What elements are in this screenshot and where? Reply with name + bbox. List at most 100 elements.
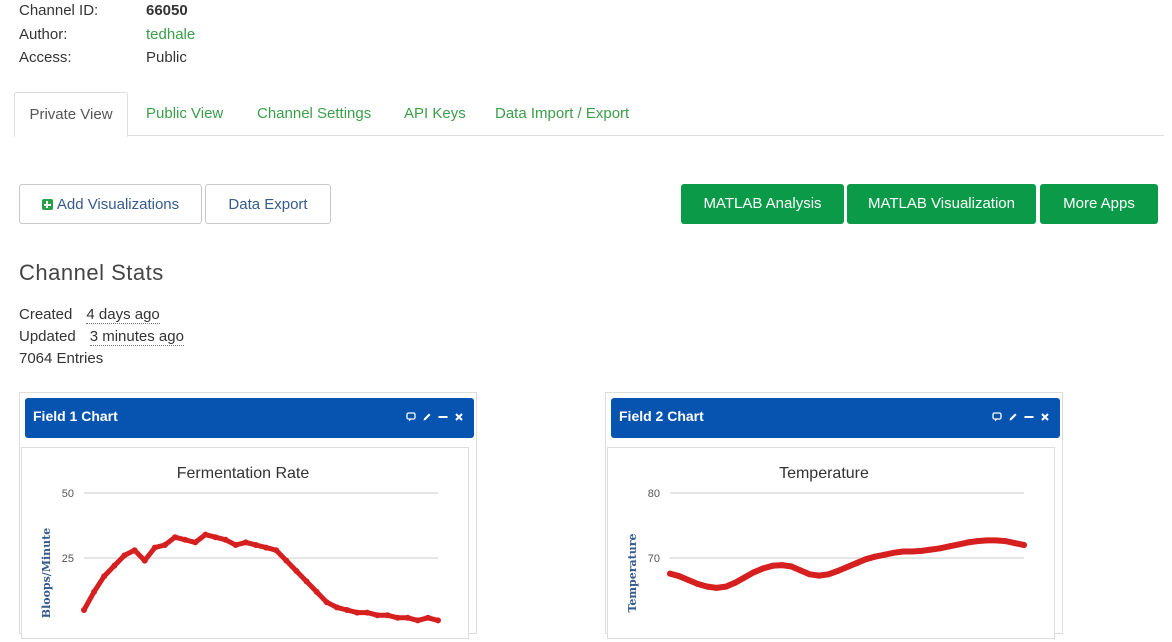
data-point[interactable] [918, 547, 925, 554]
data-point[interactable] [955, 541, 962, 548]
add-visualizations-button[interactable]: Add Visualizations [19, 184, 202, 224]
chart-title: Temperature [779, 465, 869, 482]
data-point[interactable] [778, 562, 785, 569]
data-point[interactable] [222, 536, 229, 543]
pencil-icon[interactable] [422, 412, 432, 422]
data-point[interactable] [983, 537, 990, 544]
data-point[interactable] [384, 612, 391, 619]
data-point[interactable] [293, 568, 300, 574]
data-point[interactable] [394, 614, 401, 621]
data-point[interactable] [797, 567, 804, 574]
data-point[interactable] [993, 537, 1000, 544]
data-point[interactable] [424, 614, 431, 621]
matlab-visualization-button[interactable]: MATLAB Visualization [847, 184, 1036, 224]
tab-channel-settings[interactable]: Channel Settings [257, 92, 371, 134]
data-point[interactable] [816, 572, 823, 579]
data-point[interactable] [965, 539, 972, 546]
data-point[interactable] [704, 583, 711, 590]
data-point[interactable] [844, 564, 850, 571]
data-point[interactable] [667, 570, 673, 577]
matlab-analysis-button[interactable]: MATLAB Analysis [681, 184, 844, 224]
data-point[interactable] [946, 543, 953, 550]
data-point[interactable] [732, 579, 739, 586]
data-point[interactable] [937, 545, 944, 552]
data-point[interactable] [101, 573, 108, 580]
more-apps-button[interactable]: More Apps [1040, 184, 1158, 224]
data-point[interactable] [242, 539, 249, 546]
data-point[interactable] [172, 534, 178, 541]
data-point[interactable] [1021, 542, 1027, 548]
data-point[interactable] [871, 553, 878, 560]
data-point[interactable] [685, 577, 692, 584]
data-point[interactable] [769, 562, 776, 569]
data-point[interactable] [131, 547, 138, 554]
data-point[interactable] [212, 534, 219, 541]
close-icon[interactable] [1040, 412, 1050, 422]
author-label: Author: [19, 25, 68, 43]
comment-icon[interactable] [992, 412, 1002, 422]
data-point[interactable] [788, 563, 795, 570]
data-point[interactable] [192, 539, 199, 546]
data-point[interactable] [374, 612, 381, 619]
data-point[interactable] [676, 573, 683, 580]
data-point[interactable] [722, 583, 729, 590]
data-point[interactable] [853, 560, 860, 567]
data-point[interactable] [283, 557, 290, 564]
tab-api-keys[interactable]: API Keys [404, 92, 466, 134]
series-line [81, 531, 441, 624]
data-point[interactable] [927, 546, 934, 553]
panel-icons [406, 412, 464, 422]
pencil-icon[interactable] [1008, 412, 1018, 422]
data-point[interactable] [1002, 538, 1009, 545]
data-point[interactable] [202, 531, 209, 538]
data-point[interactable] [750, 569, 757, 576]
data-point[interactable] [323, 599, 330, 606]
data-point[interactable] [974, 538, 981, 545]
data-point[interactable] [303, 578, 310, 585]
close-icon[interactable] [454, 412, 464, 422]
data-point[interactable] [862, 556, 869, 563]
data-point[interactable] [825, 571, 832, 578]
data-point[interactable] [414, 617, 421, 624]
minimize-icon[interactable] [1024, 412, 1034, 422]
data-point[interactable] [741, 574, 748, 581]
data-point[interactable] [182, 536, 189, 543]
data-point[interactable] [232, 542, 239, 548]
comment-icon[interactable] [406, 412, 416, 422]
data-point[interactable] [760, 565, 767, 572]
meta-row-channel-id: Channel ID: 66050 [19, 0, 195, 24]
data-point[interactable] [121, 552, 128, 559]
data-point[interactable] [694, 581, 701, 587]
data-point[interactable] [890, 549, 897, 556]
data-point[interactable] [713, 584, 720, 591]
data-point[interactable] [435, 617, 441, 624]
stat-entries: 7064 Entries [19, 350, 104, 367]
data-point[interactable] [273, 547, 280, 554]
minimize-icon[interactable] [438, 412, 448, 422]
data-point[interactable] [81, 607, 87, 613]
data-point[interactable] [899, 548, 906, 555]
data-point[interactable] [111, 562, 118, 569]
data-point[interactable] [909, 548, 916, 555]
data-point[interactable] [263, 544, 270, 551]
tab-data-import-export[interactable]: Data Import / Export [495, 92, 629, 134]
data-point[interactable] [806, 571, 813, 578]
tab-public-view[interactable]: Public View [146, 92, 223, 134]
data-point[interactable] [834, 568, 841, 574]
data-point[interactable] [333, 604, 340, 611]
meta-row-author: Author: tedhale [19, 24, 195, 48]
data-point[interactable] [404, 614, 411, 621]
data-point[interactable] [1011, 540, 1018, 547]
data-point[interactable] [141, 557, 148, 564]
data-point[interactable] [881, 551, 888, 558]
tab-private-view[interactable]: Private View [14, 92, 128, 137]
data-point[interactable] [252, 542, 259, 548]
data-point[interactable] [313, 588, 320, 595]
data-point[interactable] [161, 542, 168, 548]
author-link[interactable]: tedhale [146, 24, 195, 48]
created-value: 4 days ago [86, 306, 160, 324]
data-export-button[interactable]: Data Export [205, 184, 331, 224]
data-point[interactable] [151, 544, 158, 551]
data-point[interactable] [344, 607, 350, 613]
data-point[interactable] [91, 588, 98, 595]
